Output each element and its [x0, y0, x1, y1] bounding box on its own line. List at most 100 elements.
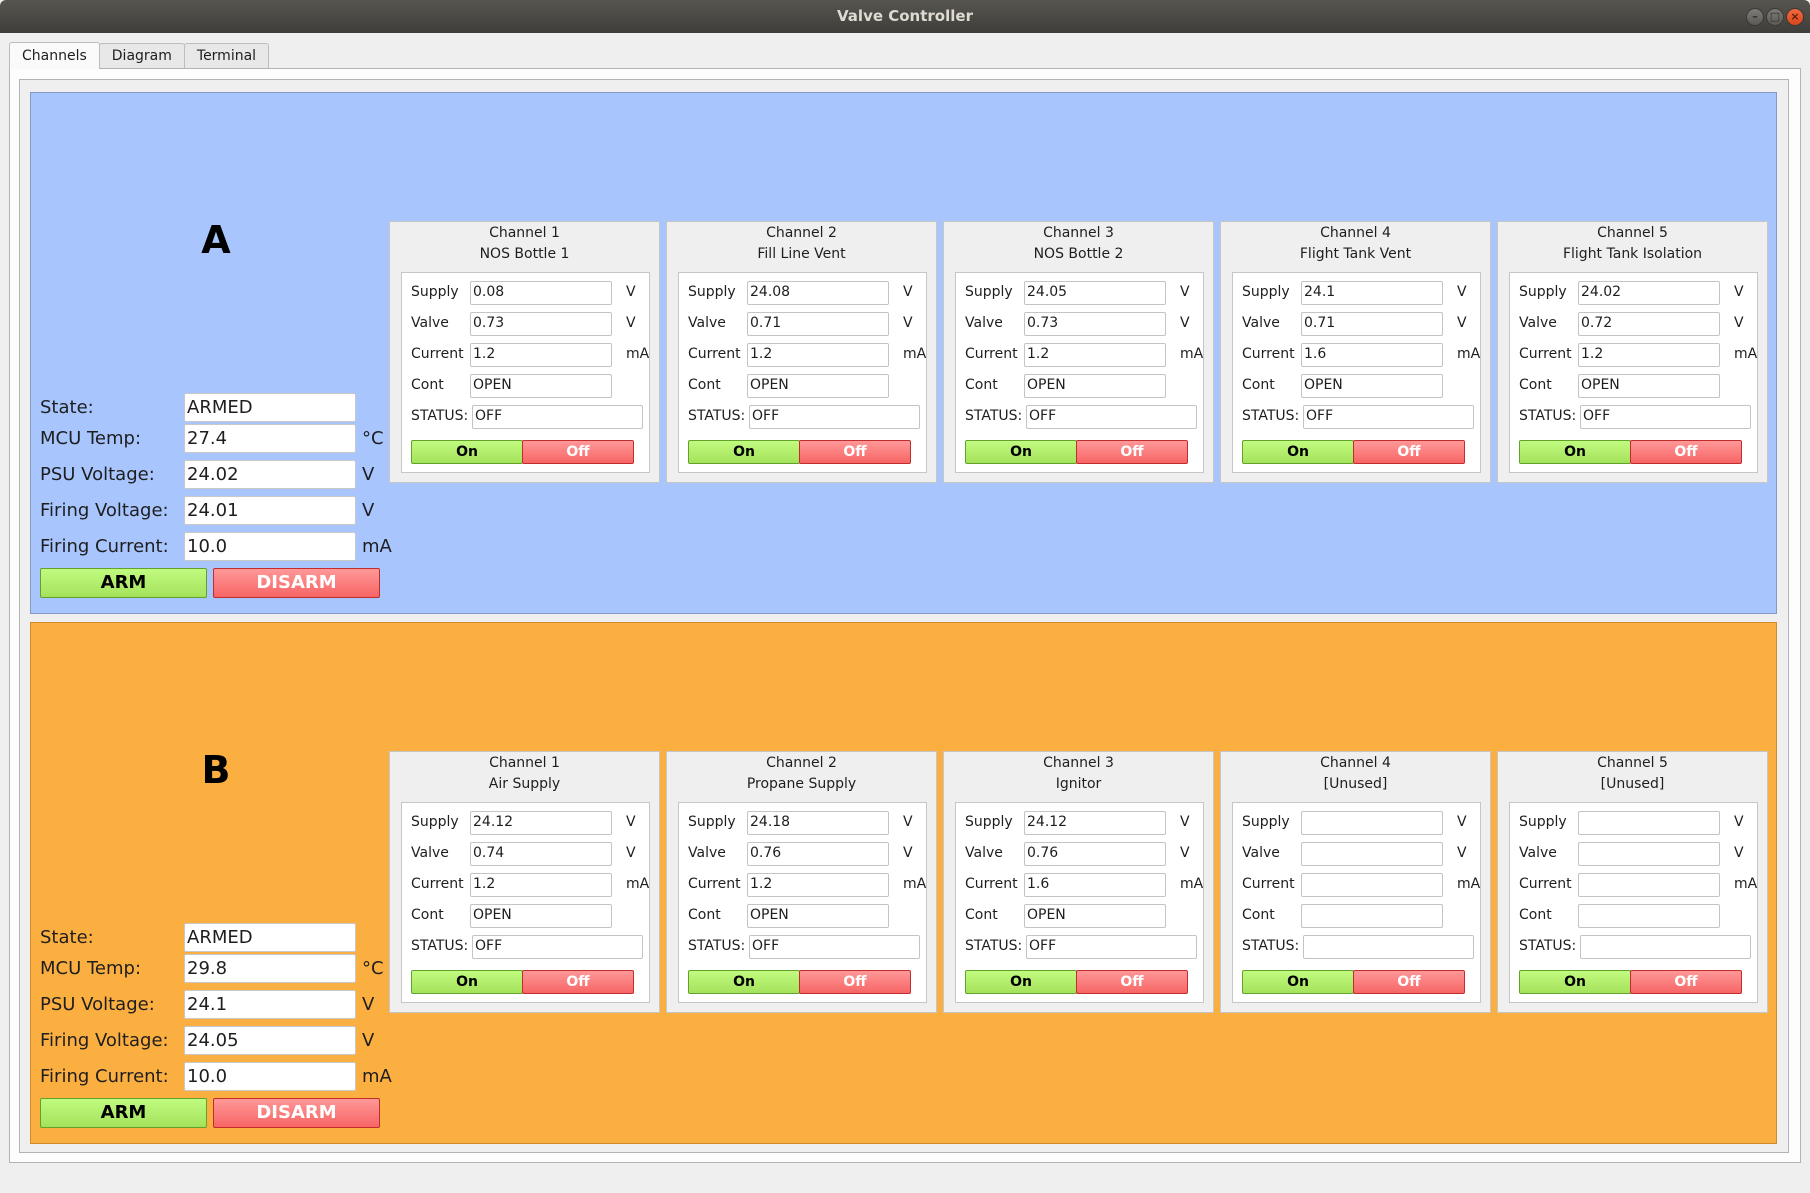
on-button[interactable]: On [965, 970, 1077, 994]
valve-field[interactable] [1578, 842, 1720, 866]
firing-current-field[interactable]: 10.0 [184, 532, 356, 561]
status-field[interactable]: OFF [1303, 405, 1474, 429]
cont-field[interactable]: OPEN [470, 904, 612, 928]
arm-button[interactable]: ARM [40, 1098, 207, 1128]
disarm-button[interactable]: DISARM [213, 1098, 380, 1128]
valve-field[interactable]: 0.71 [1301, 312, 1443, 336]
cont-field[interactable]: OPEN [1301, 374, 1443, 398]
minimize-icon[interactable]: – [1746, 8, 1764, 26]
current-field[interactable]: 1.2 [747, 343, 889, 367]
off-button[interactable]: Off [799, 440, 911, 464]
status-field[interactable]: OFF [472, 935, 643, 959]
supply-field[interactable]: 24.05 [1024, 281, 1166, 305]
valve-field[interactable]: 0.76 [1024, 842, 1166, 866]
status-field[interactable]: OFF [749, 935, 920, 959]
supply-field[interactable]: 24.02 [1578, 281, 1720, 305]
supply-row: Supply 24.12 V [411, 811, 646, 835]
psu-voltage-row: PSU Voltage: 24.02 V [40, 460, 390, 490]
psu-voltage-field[interactable]: 24.02 [184, 460, 356, 489]
firing-voltage-field[interactable]: 24.01 [184, 496, 356, 525]
cont-field[interactable]: OPEN [470, 374, 612, 398]
tab-diagram[interactable]: Diagram [98, 43, 185, 69]
cont-field[interactable]: OPEN [747, 904, 889, 928]
supply-unit: V [626, 814, 636, 830]
cont-row: Cont OPEN [965, 904, 1200, 928]
current-field[interactable] [1301, 873, 1443, 897]
channel-box: Channel 4 [Unused] Supply V Valve V Curr… [1220, 751, 1491, 1013]
supply-field[interactable] [1578, 811, 1720, 835]
on-button[interactable]: On [1242, 440, 1354, 464]
supply-field[interactable]: 24.08 [747, 281, 889, 305]
status-field[interactable] [1580, 935, 1751, 959]
valve-field[interactable]: 0.73 [470, 312, 612, 336]
supply-field[interactable]: 24.12 [470, 811, 612, 835]
supply-field[interactable]: 24.12 [1024, 811, 1166, 835]
off-button[interactable]: Off [799, 970, 911, 994]
off-button[interactable]: Off [1630, 440, 1742, 464]
off-button[interactable]: Off [1353, 970, 1465, 994]
current-field[interactable]: 1.2 [747, 873, 889, 897]
off-button[interactable]: Off [522, 970, 634, 994]
mcu-temp-field[interactable]: 29.8 [184, 954, 356, 983]
status-field[interactable]: OFF [1580, 405, 1751, 429]
maximize-icon[interactable]: □ [1766, 8, 1784, 26]
valve-field[interactable]: 0.72 [1578, 312, 1720, 336]
psu-voltage-field[interactable]: 24.1 [184, 990, 356, 1019]
off-button[interactable]: Off [1076, 970, 1188, 994]
mcu-temp-field[interactable]: 27.4 [184, 424, 356, 453]
supply-field[interactable] [1301, 811, 1443, 835]
valve-field[interactable]: 0.74 [470, 842, 612, 866]
off-button[interactable]: Off [522, 440, 634, 464]
off-button[interactable]: Off [1630, 970, 1742, 994]
cont-row: Cont [1519, 904, 1754, 928]
supply-field[interactable]: 24.18 [747, 811, 889, 835]
current-field[interactable]: 1.6 [1301, 343, 1443, 367]
cont-field[interactable]: OPEN [1024, 374, 1166, 398]
current-field[interactable]: 1.2 [1024, 343, 1166, 367]
on-button[interactable]: On [1519, 440, 1631, 464]
on-button[interactable]: On [688, 440, 800, 464]
cont-field[interactable]: OPEN [1578, 374, 1720, 398]
cont-field[interactable] [1578, 904, 1720, 928]
current-field[interactable]: 1.2 [470, 343, 612, 367]
on-button[interactable]: On [411, 440, 523, 464]
channel-name: Propane Supply [746, 776, 857, 792]
disarm-button[interactable]: DISARM [213, 568, 380, 598]
supply-field[interactable]: 0.08 [470, 281, 612, 305]
cont-field[interactable]: OPEN [747, 374, 889, 398]
on-button[interactable]: On [411, 970, 523, 994]
supply-field[interactable]: 24.1 [1301, 281, 1443, 305]
current-field[interactable]: 1.6 [1024, 873, 1166, 897]
tab-channels[interactable]: Channels [9, 42, 100, 69]
status-field[interactable] [1303, 935, 1474, 959]
current-field[interactable]: 1.2 [470, 873, 612, 897]
firing-current-field[interactable]: 10.0 [184, 1062, 356, 1091]
state-field[interactable]: ARMED [184, 393, 356, 422]
window-titlebar: Valve Controller – □ × [0, 0, 1810, 33]
status-field[interactable]: OFF [749, 405, 920, 429]
valve-field[interactable]: 0.71 [747, 312, 889, 336]
valve-field[interactable]: 0.73 [1024, 312, 1166, 336]
valve-label: Valve [1242, 845, 1280, 861]
close-icon[interactable]: × [1786, 8, 1804, 26]
current-field[interactable] [1578, 873, 1720, 897]
on-button[interactable]: On [1519, 970, 1631, 994]
off-button[interactable]: Off [1076, 440, 1188, 464]
cont-field[interactable]: OPEN [1024, 904, 1166, 928]
cont-field[interactable] [1301, 904, 1443, 928]
on-button[interactable]: On [1242, 970, 1354, 994]
on-button[interactable]: On [965, 440, 1077, 464]
off-button[interactable]: Off [1353, 440, 1465, 464]
current-field[interactable]: 1.2 [1578, 343, 1720, 367]
status-field[interactable]: OFF [1026, 935, 1197, 959]
valve-field[interactable] [1301, 842, 1443, 866]
status-field[interactable]: OFF [472, 405, 643, 429]
valve-field[interactable]: 0.76 [747, 842, 889, 866]
state-field[interactable]: ARMED [184, 923, 356, 952]
tab-terminal[interactable]: Terminal [183, 43, 270, 69]
supply-unit: V [903, 814, 913, 830]
arm-button[interactable]: ARM [40, 568, 207, 598]
on-button[interactable]: On [688, 970, 800, 994]
firing-voltage-field[interactable]: 24.05 [184, 1026, 356, 1055]
status-field[interactable]: OFF [1026, 405, 1197, 429]
